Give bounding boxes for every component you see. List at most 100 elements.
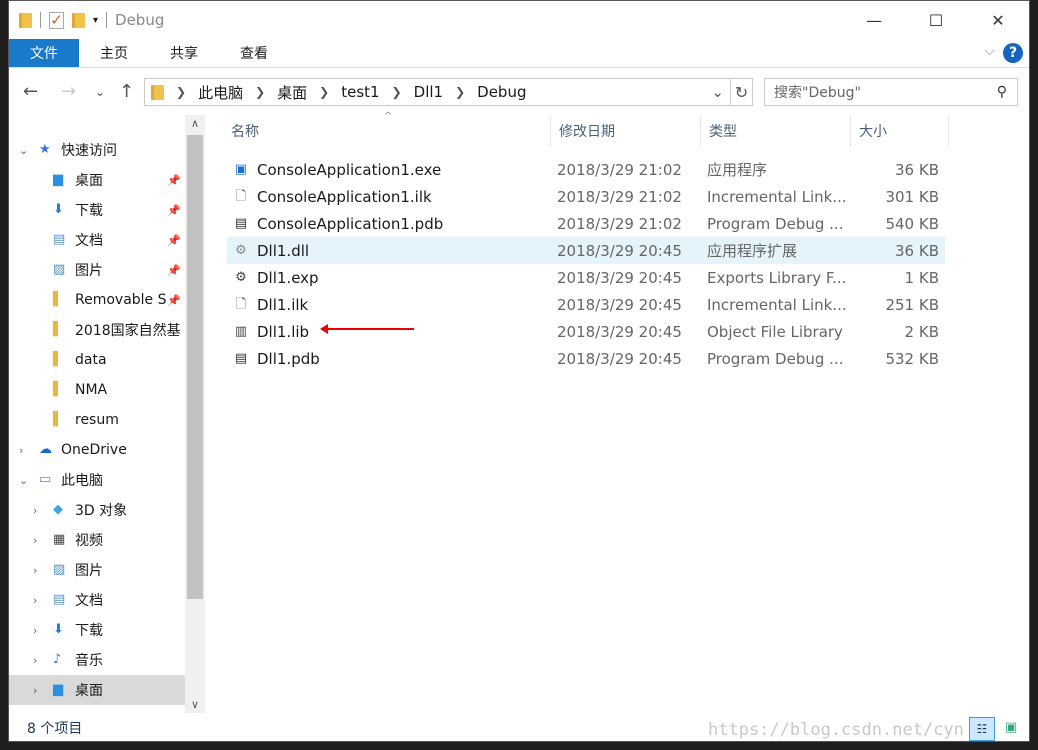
file-row[interactable]: 🗋 ConsoleApplication1.ilk 2018/3/29 21:02 I… [227,183,945,210]
file-type: Incremental Link... [707,295,845,314]
up-icon[interactable]: ↑ [119,81,134,102]
scrollbar[interactable]: ∧ ∨ [185,115,205,713]
sidebar-item[interactable]: ▌ NMA [9,375,185,405]
folder-icon: ▌ [53,352,63,367]
large-icons-view-button[interactable]: ▣ [999,717,1023,741]
tab-view[interactable]: 查看 [219,39,289,67]
refresh-button[interactable]: ↻ [731,78,753,106]
help-icon[interactable]: ? [1003,43,1023,63]
file-date: 2018/3/29 20:45 [557,349,682,368]
computer-icon: ▭ [39,472,52,487]
file-type: Object File Library [707,322,843,341]
chevron-right-icon[interactable]: › [33,564,37,577]
sidebar-item-label: OneDrive [61,442,127,458]
chevron-right-icon[interactable]: ❯ [255,85,265,99]
exp-file-icon: ⚙ [235,269,247,285]
sidebar-item[interactable]: › ♪ 音乐 [9,645,185,675]
file-row[interactable]: ▤ Dll1.pdb 2018/3/29 20:45 Program Debug ..… [227,345,945,372]
sidebar-item-label: 音乐 [75,653,103,669]
properties-icon[interactable]: ✓ [49,11,64,29]
sidebar-item[interactable]: ▤ 文档 📌 [9,225,185,255]
sidebar-item[interactable]: › ◆ 3D 对象 [9,495,185,525]
forward-icon[interactable]: → [61,81,76,102]
search-input[interactable]: 搜索"Debug" ⚲ [764,78,1018,106]
chevron-right-icon[interactable]: › [33,624,37,637]
sidebar-item[interactable]: ▌ resum [9,405,185,435]
chevron-down-icon[interactable]: ⌄ [19,144,28,157]
file-row[interactable]: ▤ ConsoleApplication1.pdb 2018/3/29 21:02 P… [227,210,945,237]
file-name: Dll1.exp [257,268,319,287]
tab-home[interactable]: 主页 [79,39,149,67]
sidebar-item-label: resum [75,412,119,428]
chevron-right-icon[interactable]: › [33,534,37,547]
address-bar[interactable]: ❯ 此电脑 ❯ 桌面 ❯ test1 ❯ Dll1 ❯ Debug ⌄ [144,78,731,106]
scrollbar-thumb[interactable] [187,135,203,599]
maximize-button[interactable]: ☐ [905,1,967,39]
file-date: 2018/3/29 21:02 [557,214,682,233]
file-row[interactable]: ▣ ConsoleApplication1.exe 2018/3/29 21:02 应… [227,156,945,183]
file-type: Program Debug ... [707,349,844,368]
new-folder-icon[interactable] [72,12,85,28]
column-header-size[interactable]: 大小 [851,115,949,147]
breadcrumb-item[interactable]: Dll1 [414,83,443,101]
sidebar-item-label: 2018国家自然基 [75,323,181,339]
close-button[interactable]: ✕ [967,1,1029,39]
file-row[interactable]: 🗋 Dll1.ilk 2018/3/29 20:45 Incremental Link… [227,291,945,318]
file-name: ConsoleApplication1.ilk [257,187,432,206]
expand-ribbon-icon[interactable]: ⌵ [984,43,995,59]
chevron-right-icon[interactable]: › [33,654,37,667]
back-icon[interactable]: ← [23,81,38,102]
file-name: ConsoleApplication1.pdb [257,214,444,233]
column-header-type[interactable]: 类型 [701,115,851,147]
sidebar-item[interactable]: › ▨ 图片 [9,555,185,585]
sidebar-item[interactable]: › ▆ 桌面 [9,675,185,705]
scroll-up-icon[interactable]: ∧ [185,117,205,130]
minimize-button[interactable]: — [843,1,905,39]
sidebar-item-label: NMA [75,382,108,398]
breadcrumb-item[interactable]: test1 [341,83,379,101]
file-date: 2018/3/29 20:45 [557,268,682,287]
chevron-right-icon[interactable]: ❯ [392,85,402,99]
tab-share[interactable]: 共享 [149,39,219,67]
sidebar-item[interactable]: ⌄ ★ 快速访问 [9,135,185,165]
sidebar-item[interactable]: ⬇ 下载 📌 [9,195,185,225]
folder-icon: ▌ [53,382,63,397]
column-header-date[interactable]: 修改日期 [551,115,701,147]
chevron-down-icon[interactable]: ⌄ [19,474,28,487]
sidebar-item-label: 桌面 [75,173,103,189]
sidebar-item[interactable]: › ⬇ 下载 [9,615,185,645]
breadcrumb-item[interactable]: 桌面 [277,82,307,103]
file-row[interactable]: ⚙ Dll1.exp 2018/3/29 20:45 Exports Library … [227,264,945,291]
sidebar-item-label: 图片 [75,263,103,279]
sidebar-item[interactable]: ▨ 图片 📌 [9,255,185,285]
breadcrumb-item[interactable]: 此电脑 [198,82,243,103]
chevron-right-icon[interactable]: ❯ [455,85,465,99]
customize-quick-access-icon[interactable]: ▾ [93,15,98,26]
chevron-right-icon[interactable]: › [33,504,37,517]
chevron-down-icon[interactable]: ⌄ [711,83,724,101]
scroll-down-icon[interactable]: ∨ [185,698,205,711]
file-row[interactable]: ⚙ Dll1.dll 2018/3/29 20:45 应用程序扩展 36 KB [227,237,945,264]
sidebar-item[interactable]: › ▤ 文档 [9,585,185,615]
chevron-right-icon[interactable]: › [19,444,23,457]
chevron-right-icon[interactable]: › [33,594,37,607]
breadcrumb-item[interactable]: Debug [477,83,526,101]
column-header-name[interactable]: 名称 [223,115,551,147]
file-type: 应用程序扩展 [707,242,798,260]
chevron-right-icon[interactable]: › [33,684,37,697]
file-type: Program Debug ... [707,214,844,233]
sidebar-item[interactable]: ▌ data [9,345,185,375]
details-view-button[interactable]: ☷ [969,717,995,741]
chevron-right-icon[interactable]: ❯ [176,85,186,99]
sidebar-item[interactable]: › ▦ 视频 [9,525,185,555]
sidebar-item[interactable]: ▌ 2018国家自然基 [9,315,185,345]
recent-locations-icon[interactable]: ⌄ [95,85,105,99]
chevron-right-icon[interactable]: ❯ [319,85,329,99]
tab-file[interactable]: 文件 [9,39,79,67]
sidebar-item[interactable]: ▌ Removable S 📌 [9,285,185,315]
file-row[interactable]: ▥ Dll1.lib 2018/3/29 20:45 Object File Libr… [227,318,945,345]
sidebar-item[interactable]: › ☁ OneDrive [9,435,185,465]
sidebar-item[interactable]: ▆ 桌面 📌 [9,165,185,195]
sidebar-item-label: 文档 [75,233,103,249]
sidebar-item[interactable]: ⌄ ▭ 此电脑 [9,465,185,495]
